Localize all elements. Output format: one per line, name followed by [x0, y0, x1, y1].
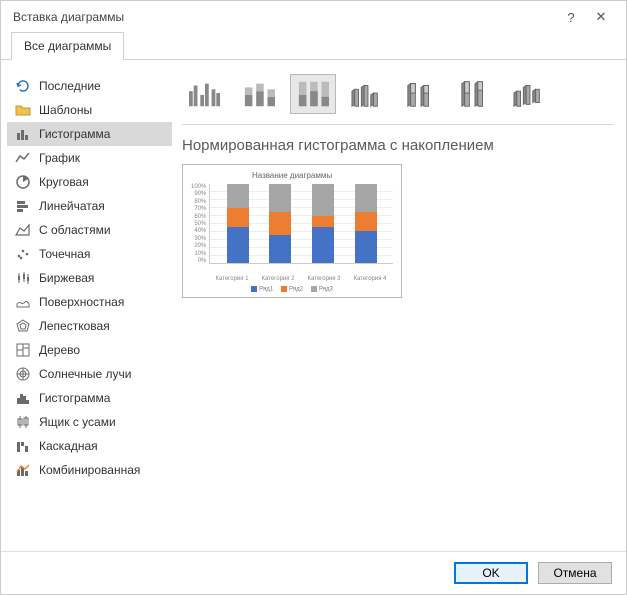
dialog-footer: OK Отмена [1, 551, 626, 594]
sidebar-item-surface[interactable]: Поверхностная [7, 290, 172, 314]
chart-subtype-row [182, 70, 614, 124]
chart-category-sidebar: Последние Шаблоны Гистограмма График Кру… [7, 70, 172, 541]
sidebar-item-label: Лепестковая [39, 319, 166, 333]
subtype-stacked-column[interactable] [236, 74, 282, 114]
chart-plot-area: 100%90%80%70%60%50%40%30%20%10%0% [191, 184, 393, 274]
radar-chart-icon [15, 318, 31, 334]
sidebar-item-label: Шаблоны [39, 103, 166, 117]
sidebar-item-column[interactable]: Гистограмма [7, 122, 172, 146]
subtype-clustered-column[interactable] [182, 74, 228, 114]
sidebar-item-area[interactable]: С областями [7, 218, 172, 242]
sidebar-item-sunburst[interactable]: Солнечные лучи [7, 362, 172, 386]
sidebar-item-stock[interactable]: Биржевая [7, 266, 172, 290]
stock-chart-icon [15, 270, 31, 286]
tab-strip: Все диаграммы [1, 31, 626, 60]
histogram-icon [15, 390, 31, 406]
subtype-100-stacked-column[interactable] [290, 74, 336, 114]
title-bar: Вставка диаграммы ? ✕ [1, 1, 626, 31]
sidebar-item-label: Последние [39, 79, 166, 93]
sidebar-item-bar[interactable]: Линейчатая [7, 194, 172, 218]
window-title: Вставка диаграммы [13, 10, 556, 24]
close-button[interactable]: ✕ [586, 9, 616, 25]
y-axis-ticks: 100%90%80%70%60%50%40%30%20%10%0% [191, 184, 209, 264]
sidebar-item-label: Точечная [39, 247, 166, 261]
bar-chart-icon [15, 198, 31, 214]
x-axis-labels: Категория 1Категория 2Категория 3Категор… [191, 274, 393, 282]
sidebar-item-label: Ящик с усами [39, 415, 166, 429]
sidebar-item-templates[interactable]: Шаблоны [7, 98, 172, 122]
sidebar-item-waterfall[interactable]: Каскадная [7, 434, 172, 458]
sidebar-item-label: Круговая [39, 175, 166, 189]
sunburst-icon [15, 366, 31, 382]
subtype-3d-column[interactable] [506, 74, 552, 114]
sidebar-item-label: Гистограмма [39, 391, 166, 405]
pie-chart-icon [15, 174, 31, 190]
sidebar-item-label: Гистограмма [39, 127, 166, 141]
line-chart-icon [15, 150, 31, 166]
chart-plot [209, 184, 393, 264]
sidebar-item-treemap[interactable]: Дерево [7, 338, 172, 362]
box-whisker-icon [15, 414, 31, 430]
sidebar-item-combo[interactable]: Комбинированная [7, 458, 172, 482]
sidebar-item-label: Дерево [39, 343, 166, 357]
sidebar-item-pie[interactable]: Круговая [7, 170, 172, 194]
undo-icon [15, 78, 31, 94]
combo-chart-icon [15, 462, 31, 478]
subtype-3d-100-stacked-column[interactable] [452, 74, 498, 114]
waterfall-icon [15, 438, 31, 454]
chart-legend: Ряд1Ряд2Ряд3 [191, 286, 393, 293]
preview-title: Название диаграммы [191, 171, 393, 180]
main-panel: Нормированная гистограмма с накоплением … [172, 70, 614, 541]
sidebar-item-label: Линейчатая [39, 199, 166, 213]
scatter-chart-icon [15, 246, 31, 262]
sidebar-item-box-whisker[interactable]: Ящик с усами [7, 410, 172, 434]
cancel-button[interactable]: Отмена [538, 562, 612, 584]
tab-all-charts[interactable]: Все диаграммы [11, 32, 124, 60]
treemap-icon [15, 342, 31, 358]
sidebar-item-label: Комбинированная [39, 463, 166, 477]
area-chart-icon [15, 222, 31, 238]
dialog-content: Последние Шаблоны Гистограмма График Кру… [1, 60, 626, 551]
subtype-3d-stacked-column[interactable] [398, 74, 444, 114]
sidebar-item-scatter[interactable]: Точечная [7, 242, 172, 266]
sidebar-item-label: Каскадная [39, 439, 166, 453]
sidebar-item-line[interactable]: График [7, 146, 172, 170]
sidebar-item-recent[interactable]: Последние [7, 74, 172, 98]
sidebar-item-label: С областями [39, 223, 166, 237]
sidebar-item-radar[interactable]: Лепестковая [7, 314, 172, 338]
sidebar-item-label: Солнечные лучи [39, 367, 166, 381]
sidebar-item-label: Поверхностная [39, 295, 166, 309]
surface-chart-icon [15, 294, 31, 310]
help-button[interactable]: ? [556, 10, 586, 25]
column-chart-icon [15, 126, 31, 142]
folder-icon [15, 102, 31, 118]
chart-preview[interactable]: Название диаграммы 100%90%80%70%60%50%40… [182, 164, 402, 298]
sidebar-item-histogram[interactable]: Гистограмма [7, 386, 172, 410]
subtype-title: Нормированная гистограмма с накоплением [182, 137, 614, 154]
ok-button[interactable]: OK [454, 562, 528, 584]
sidebar-item-label: График [39, 151, 166, 165]
sidebar-item-label: Биржевая [39, 271, 166, 285]
divider [182, 124, 614, 125]
subtype-3d-clustered-column[interactable] [344, 74, 390, 114]
